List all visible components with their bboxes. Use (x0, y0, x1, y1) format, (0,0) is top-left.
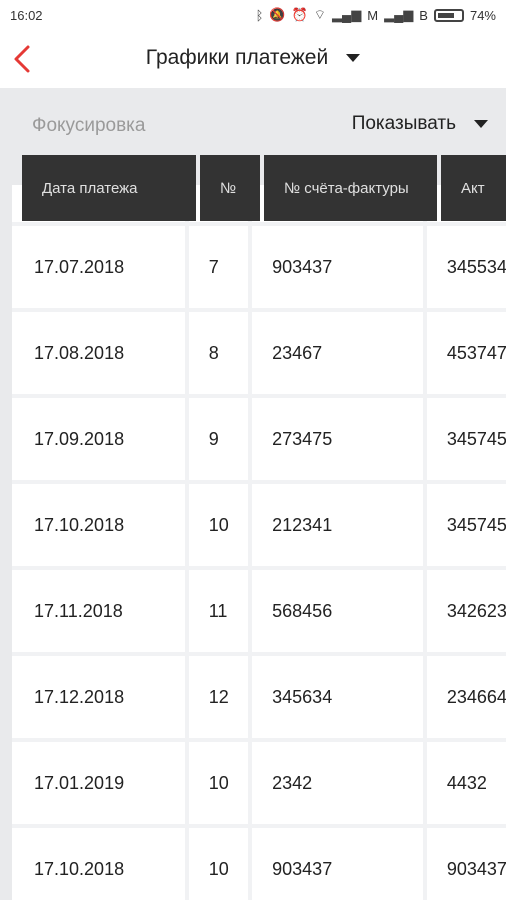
filter-toolbar: Фокусировка Показывать (0, 88, 506, 160)
cell-act: 345745 (426, 484, 506, 566)
battery-percent: 74% (469, 7, 496, 23)
cell-number: 12 (188, 656, 249, 738)
cell-invoice-number: 212341 (252, 484, 423, 566)
header-act[interactable]: Акт (441, 155, 506, 221)
cell-payment-date: 17.10.2018 (12, 484, 185, 566)
chevron-down-icon (474, 120, 488, 128)
cell-number: 10 (188, 828, 249, 900)
status-time: 16:02 (10, 7, 43, 23)
cell-invoice-number: 23467 (252, 312, 423, 394)
cell-invoice-number: 568456 (252, 570, 423, 652)
table-row[interactable]: 17.10.2018 10 212341 345745 (12, 484, 506, 566)
show-dropdown[interactable]: Показывать (352, 113, 488, 135)
wifi-icon: ⌔ (313, 7, 327, 22)
cell-payment-date: 17.10.2018 (12, 828, 185, 900)
signal-icon-2: ▂▄▆ (384, 7, 414, 22)
carrier-m-label: M (367, 7, 379, 23)
cell-number: 10 (188, 484, 249, 566)
signal-icon: ▂▄▆ (332, 7, 362, 22)
cell-payment-date: 17.07.2018 (12, 226, 185, 308)
cell-act: 903437 (426, 828, 506, 900)
cell-payment-date: 17.12.2018 (12, 656, 185, 738)
table-header: Дата платежа № № счёта-фактуры Акт (22, 155, 506, 221)
table-row[interactable]: 17.09.2018 9 273475 345745 (12, 398, 506, 480)
payments-table[interactable]: 17.06.2018690343790343717.07.20187903437… (12, 185, 506, 900)
chevron-down-icon (346, 54, 361, 62)
alarm-icon: ⏰ (291, 7, 308, 22)
cell-act: 345745 (426, 398, 506, 480)
cell-payment-date: 17.09.2018 (12, 398, 185, 480)
header-payment-date[interactable]: Дата платежа (22, 155, 196, 221)
cell-invoice-number: 345634 (252, 656, 423, 738)
show-dropdown-label: Показывать (351, 113, 456, 134)
carrier-b-label: B (419, 7, 428, 23)
table-row[interactable]: 17.07.2018 7 903437 345534 (12, 226, 506, 308)
focus-button[interactable]: Фокусировка (32, 115, 145, 137)
cell-act: 234664 (426, 656, 506, 738)
cell-number: 10 (188, 742, 249, 824)
battery-icon (433, 8, 464, 22)
cell-act: 453747 (426, 312, 506, 394)
status-bar: 16:02 ᛒ 🔕 ⏰ ⌔ ▂▄▆ M ▂▄▆ B 74% (0, 0, 506, 30)
header-number[interactable]: № (200, 155, 260, 221)
cell-invoice-number: 903437 (252, 226, 423, 308)
mute-icon: 🔕 (269, 7, 286, 22)
cell-act: 345534 (426, 226, 506, 308)
status-icons: ᛒ 🔕 ⏰ ⌔ ▂▄▆ M ▂▄▆ B 74% (256, 7, 496, 23)
page-title: Графики платежей (145, 46, 329, 69)
cell-invoice-number: 273475 (252, 398, 423, 480)
table-row[interactable]: 17.08.2018 8 23467 453747 (12, 312, 506, 394)
bluetooth-icon: ᛒ (255, 7, 264, 23)
header-invoice-number[interactable]: № счёта-фактуры (264, 155, 437, 221)
cell-act: 4432 (426, 742, 506, 824)
table-row[interactable]: 17.11.2018 11 568456 342623 (12, 570, 506, 652)
cell-invoice-number: 903437 (252, 828, 423, 900)
app-bar: Графики платежей (0, 30, 506, 88)
table-row[interactable]: 17.12.2018 12 345634 234664 (12, 656, 506, 738)
cell-number: 11 (188, 570, 249, 652)
table-row[interactable]: 17.01.2019 10 2342 4432 (12, 742, 506, 824)
cell-invoice-number: 2342 (252, 742, 423, 824)
cell-number: 8 (188, 312, 249, 394)
cell-number: 9 (188, 398, 249, 480)
cell-payment-date: 17.01.2019 (12, 742, 185, 824)
table-row[interactable]: 17.10.2018 10 903437 903437 (12, 828, 506, 900)
title-dropdown[interactable]: Графики платежей (0, 46, 506, 70)
cell-payment-date: 17.11.2018 (12, 570, 185, 652)
cell-payment-date: 17.08.2018 (12, 312, 185, 394)
cell-number: 7 (188, 226, 249, 308)
cell-act: 342623 (426, 570, 506, 652)
